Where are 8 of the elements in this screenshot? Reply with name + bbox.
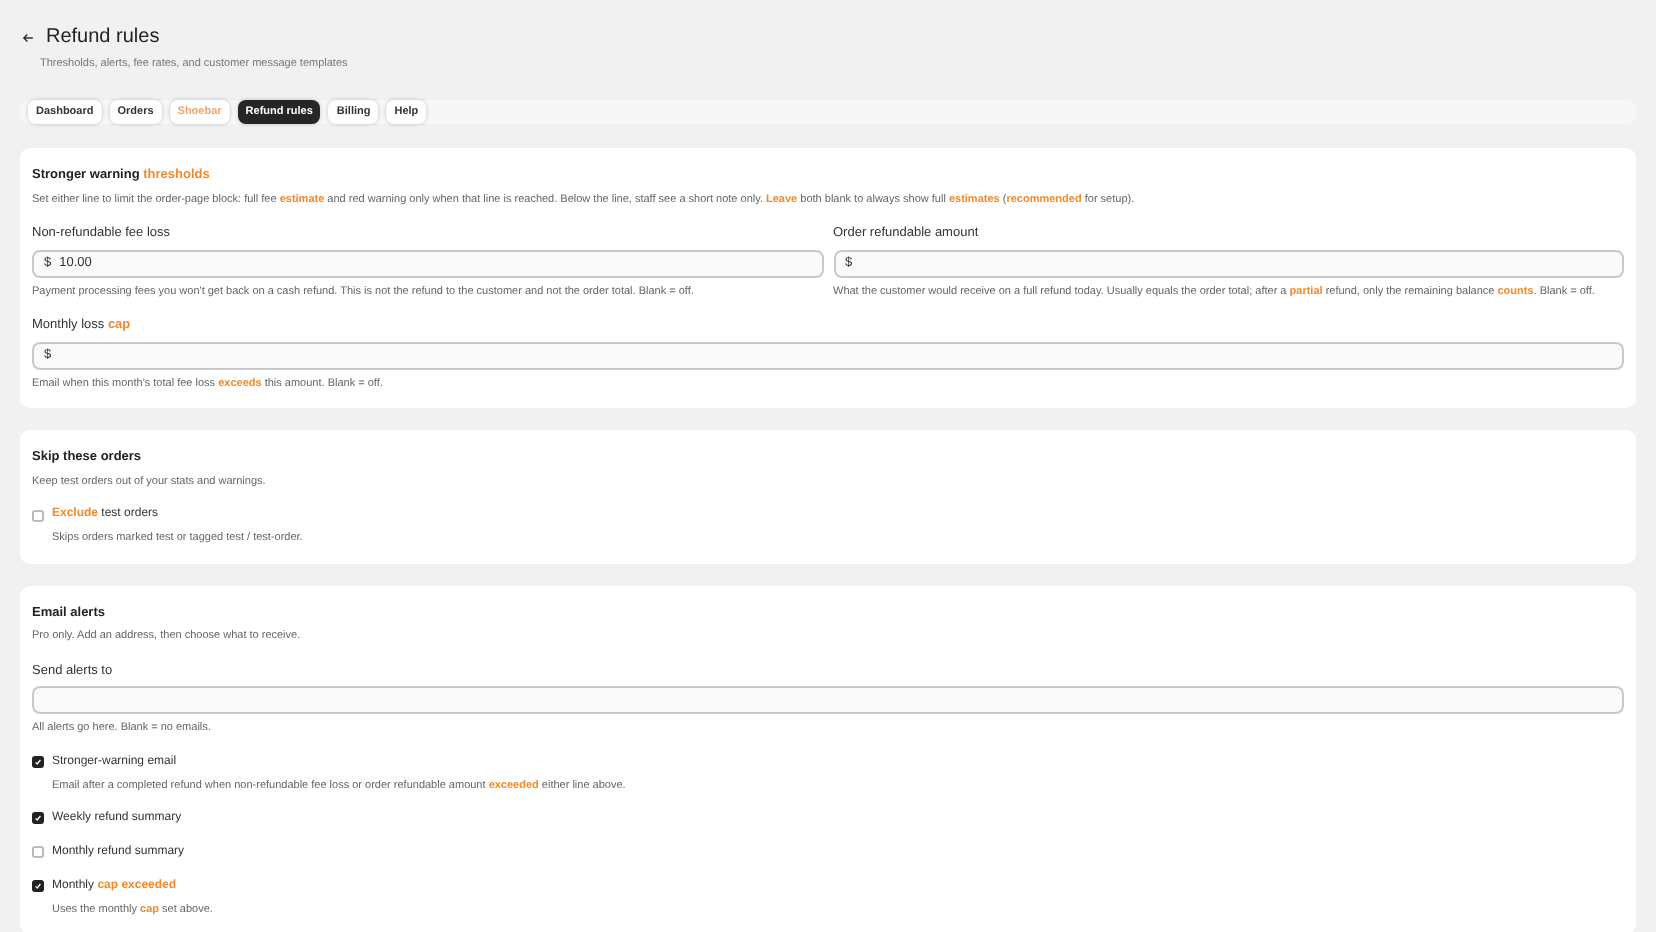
back-arrow-icon[interactable] <box>22 31 34 43</box>
input-field[interactable] <box>32 686 1624 715</box>
checkmark-icon <box>34 814 42 823</box>
checkmark-icon <box>34 882 42 891</box>
page-title: Refund rules <box>46 24 160 52</box>
checkbox[interactable] <box>32 509 44 522</box>
checkmark-icon <box>34 758 42 766</box>
checkbox[interactable] <box>32 846 44 859</box>
